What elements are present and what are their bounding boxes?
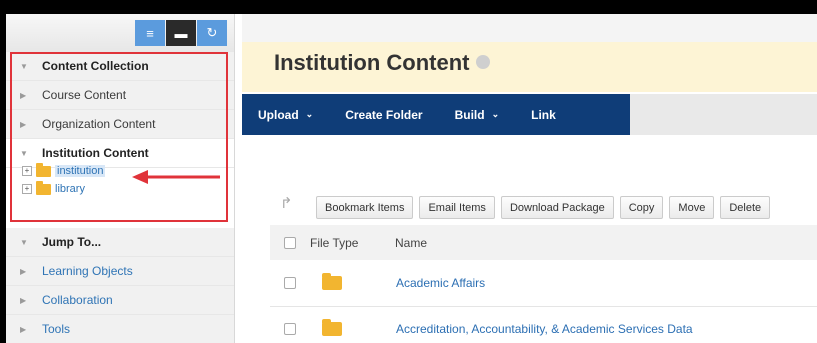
expand-triangle-icon: ▶ <box>20 266 27 276</box>
folder-tree: + institution + library <box>22 162 106 198</box>
build-label: Build <box>454 107 485 122</box>
main-content: Institution Content Upload ⌄ Create Folde… <box>242 14 817 343</box>
select-all-checkbox[interactable] <box>284 236 296 249</box>
move-button[interactable]: Move <box>669 196 715 219</box>
expand-plus-icon[interactable]: + <box>22 184 32 194</box>
table-header: File Type Name <box>270 225 817 260</box>
page-title-text: Institution Content <box>274 50 470 75</box>
expand-plus-icon[interactable]: + <box>22 166 32 176</box>
refresh-icon[interactable]: ↻ <box>197 20 227 46</box>
list-icon[interactable]: ≡ <box>135 20 165 46</box>
list-action-buttons: Bookmark Items Email Items Download Pack… <box>316 196 776 219</box>
sidebar-item-collaboration[interactable]: ▶ Collaboration <box>6 286 234 315</box>
bookmark-items-button[interactable]: Bookmark Items <box>316 196 414 219</box>
expand-triangle-icon: ▶ <box>20 295 27 305</box>
upload-label: Upload <box>258 107 299 122</box>
sidebar-group-content-collection: ▼ Content Collection ▶ Course Content ▶ … <box>6 52 234 168</box>
sidebar-item-label: Tools <box>42 322 71 336</box>
sidebar-item-jump-to[interactable]: ▼ Jump To... <box>6 228 234 257</box>
sidebar-item-content-collection[interactable]: ▼ Content Collection <box>6 52 234 81</box>
sidebar-item-label: Institution Content <box>42 146 149 160</box>
column-header-name[interactable]: Name <box>395 236 427 250</box>
email-items-button[interactable]: Email Items <box>419 196 495 219</box>
sidebar-item-learning-objects[interactable]: ▶ Learning Objects <box>6 257 234 286</box>
page-title: Institution Content <box>274 50 490 76</box>
sidebar-item-label: Collaboration <box>42 293 113 307</box>
row-checkbox[interactable] <box>284 277 296 289</box>
row-name-link[interactable]: Accreditation, Accountability, & Academi… <box>396 322 693 336</box>
sidebar-item-tools[interactable]: ▶ Tools <box>6 315 234 343</box>
copy-button[interactable]: Copy <box>619 196 664 219</box>
window-frame: ≡ ▬ ↻ ▼ Content Collection ▶ Course Cont… <box>6 14 817 343</box>
sidebar: ≡ ▬ ↻ ▼ Content Collection ▶ Course Cont… <box>6 14 235 343</box>
sidebar-item-organization-content[interactable]: ▶ Organization Content <box>6 110 234 139</box>
tree-node-label[interactable]: library <box>55 183 85 195</box>
chevron-down-icon[interactable] <box>475 55 490 70</box>
action-bar: Upload ⌄ Create Folder Build ⌄ Link <box>242 94 630 135</box>
sidebar-item-label: Content Collection <box>42 59 149 73</box>
sidebar-item-label: Course Content <box>42 88 127 102</box>
folder-icon <box>36 162 51 177</box>
delete-button[interactable]: Delete <box>720 196 771 219</box>
row-action-arrow-icon: ↱ <box>280 195 293 212</box>
tree-node-institution[interactable]: + institution <box>22 162 106 180</box>
sidebar-item-label: Jump To... <box>42 235 102 249</box>
upload-button[interactable]: Upload ⌄ <box>242 94 329 135</box>
collapse-triangle-icon: ▼ <box>20 237 28 247</box>
build-button[interactable]: Build ⌄ <box>439 94 516 135</box>
top-strip <box>242 14 817 42</box>
expand-triangle-icon: ▶ <box>20 119 27 129</box>
collapse-triangle-icon: ▼ <box>20 61 28 71</box>
sidebar-item-label: Learning Objects <box>42 264 133 278</box>
link-label: Link <box>531 107 556 122</box>
action-bar-rest <box>630 94 817 135</box>
chevron-down-icon: ⌄ <box>491 109 500 119</box>
expand-triangle-icon: ▶ <box>20 90 27 100</box>
tree-node-label[interactable]: institution <box>55 165 106 177</box>
column-header-file-type[interactable]: File Type <box>310 236 395 250</box>
chevron-down-icon: ⌄ <box>305 109 314 119</box>
pointer-arrow-icon <box>132 170 220 184</box>
sidebar-item-course-content[interactable]: ▶ Course Content <box>6 81 234 110</box>
sidebar-group-jump-to: ▼ Jump To... ▶ Learning Objects ▶ Collab… <box>6 228 234 343</box>
create-folder-button[interactable]: Create Folder <box>329 94 438 135</box>
row-checkbox[interactable] <box>284 323 296 335</box>
folder-icon <box>322 273 342 290</box>
expand-triangle-icon: ▶ <box>20 324 27 334</box>
table-row: Accreditation, Accountability, & Academi… <box>270 306 817 343</box>
folder-icon <box>36 180 51 195</box>
sidebar-item-label: Organization Content <box>42 117 156 131</box>
table-row: Academic Affairs <box>270 260 817 307</box>
download-package-button[interactable]: Download Package <box>500 196 614 219</box>
sidebar-toolbar: ≡ ▬ ↻ <box>6 14 234 53</box>
folder-icon[interactable]: ▬ <box>166 20 196 46</box>
link-button[interactable]: Link <box>515 94 572 135</box>
tree-node-library[interactable]: + library <box>22 180 105 198</box>
row-name-link[interactable]: Academic Affairs <box>396 276 485 290</box>
create-folder-label: Create Folder <box>345 107 423 122</box>
folder-icon <box>322 319 342 336</box>
collapse-triangle-icon: ▼ <box>20 148 28 158</box>
